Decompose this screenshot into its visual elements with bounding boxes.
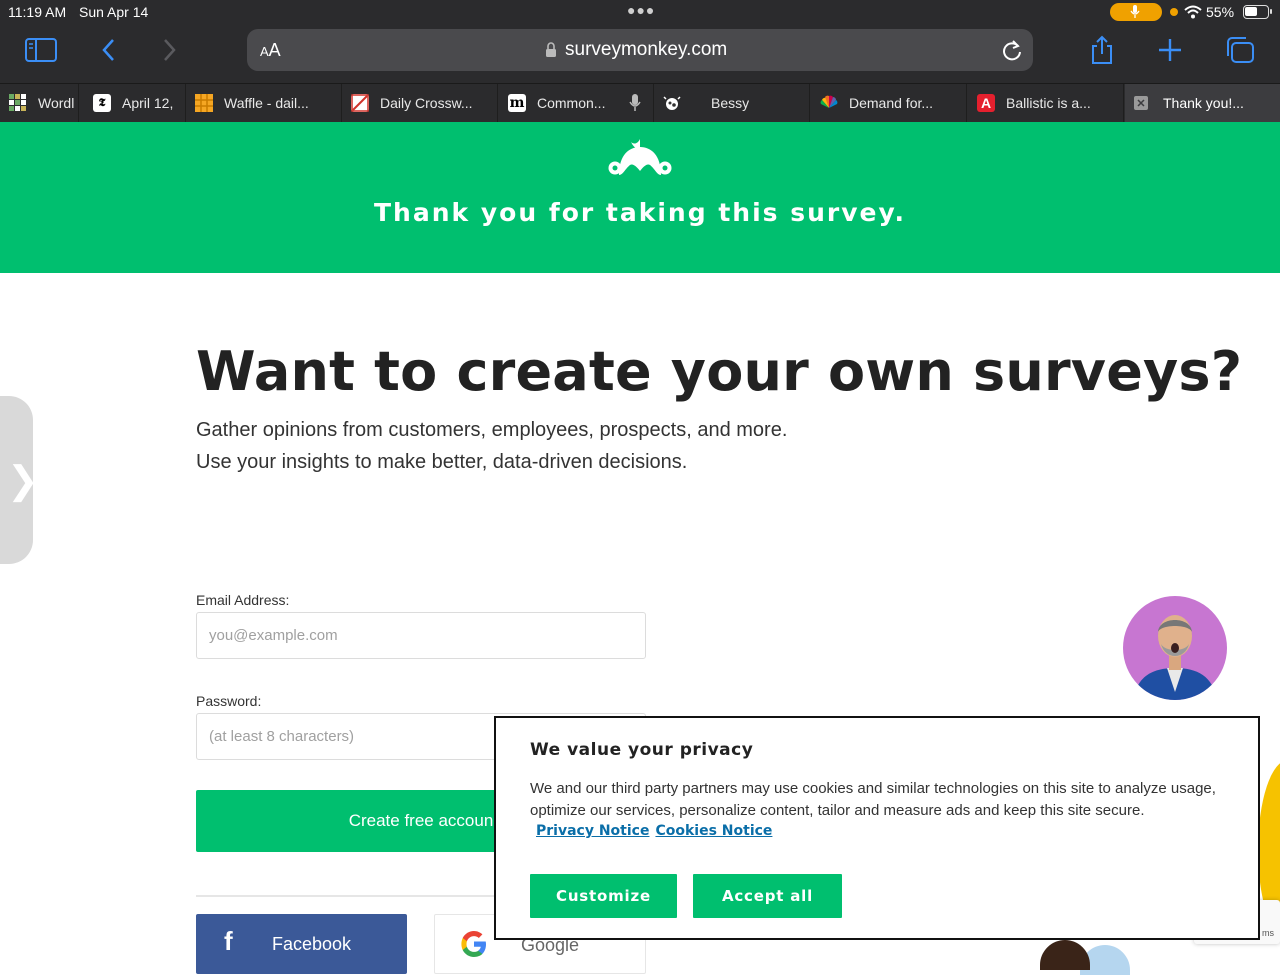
page-headline: Want to create your own surveys?: [196, 340, 1243, 403]
chat-avatar[interactable]: [1123, 596, 1227, 700]
safari-toolbar: AA surveymonkey.com: [0, 24, 1280, 82]
back-icon[interactable]: [90, 34, 126, 66]
address-bar[interactable]: AA surveymonkey.com: [247, 29, 1033, 71]
sidebar-toggle-icon[interactable]: [23, 34, 59, 66]
cookie-text: We and our third party partners may use …: [530, 780, 1216, 819]
microphone-icon: [1130, 5, 1140, 18]
microphone-indicator: [1110, 3, 1162, 21]
text-size-large-label: A: [268, 40, 281, 60]
lock-icon: [546, 42, 556, 57]
atari-logo-icon: A: [977, 94, 995, 112]
status-bar: 11:19 AM Sun Apr 14 ●●● 55%: [0, 0, 1280, 24]
reload-icon[interactable]: [1001, 38, 1023, 62]
tab-label: Bessy: [711, 95, 750, 111]
accept-all-label: Accept all: [721, 887, 814, 905]
tab-thank-you[interactable]: ✕ Thank you!...: [1125, 84, 1280, 123]
accept-all-button[interactable]: Accept all: [693, 874, 842, 918]
create-account-label: Create free accoun: [348, 811, 494, 830]
microphone-icon: [629, 94, 641, 111]
password-label: Password:: [196, 693, 262, 709]
close-tab-icon[interactable]: ✕: [1134, 96, 1148, 110]
facebook-label: Facebook: [272, 934, 352, 954]
google-icon: [461, 931, 486, 957]
nyt-logo-icon: 𝕿: [93, 94, 111, 112]
email-field-box: [196, 612, 646, 659]
cookie-title: We value your privacy: [530, 740, 754, 760]
privacy-notice-link[interactable]: Privacy Notice: [536, 823, 649, 839]
tab-waffle[interactable]: Waffle - dail...: [186, 84, 342, 123]
tab-daily-crossword[interactable]: Daily Crossw...: [342, 84, 498, 123]
customize-label: Customize: [556, 887, 651, 905]
nbc-peacock-icon: [820, 94, 838, 112]
wordle-grid-icon: [9, 94, 27, 112]
crossword-icon: [351, 94, 369, 112]
medium-logo-icon: m: [508, 94, 526, 112]
subheading-line-1: Gather opinions from customers, employee…: [196, 419, 788, 441]
cookies-notice-link[interactable]: Cookies Notice: [655, 823, 772, 839]
slide-over-handle[interactable]: ❯: [0, 396, 39, 564]
wifi-icon: [1184, 5, 1202, 19]
url-text: surveymonkey.com: [565, 39, 728, 60]
new-tab-icon[interactable]: [1152, 34, 1188, 66]
tab-label: Ballistic is a...: [1006, 95, 1091, 111]
tab-label: Demand for...: [849, 95, 934, 111]
email-field[interactable]: [197, 613, 645, 658]
facebook-icon: f: [224, 926, 233, 956]
tab-label: Waffle - dail...: [224, 95, 309, 111]
cow-icon: [663, 94, 681, 112]
cookie-links: Privacy Notice Cookies Notice: [536, 823, 778, 839]
battery-level: [1245, 7, 1257, 16]
customize-button[interactable]: Customize: [530, 874, 677, 918]
person-illustration: [1040, 940, 1090, 970]
recaptcha-text: ms: [1262, 928, 1274, 938]
thank-you-title: Thank you for taking this survey.: [374, 198, 906, 227]
tab-bessy[interactable]: Bessy: [654, 84, 810, 123]
tab-demand[interactable]: Demand for...: [811, 84, 967, 123]
multitasking-dots-icon[interactable]: ●●●: [627, 2, 655, 18]
tab-common[interactable]: m Common...: [499, 84, 654, 123]
tab-ballistic[interactable]: A Ballistic is a...: [968, 84, 1124, 123]
tab-label: Daily Crossw...: [380, 95, 473, 111]
tab-label: April 12,: [122, 95, 174, 111]
battery-percentage: 55%: [1206, 4, 1235, 20]
tab-nyt[interactable]: 𝕿 April 12,: [84, 84, 186, 123]
tab-label: Wordl: [38, 95, 75, 111]
privacy-dot-icon: [1170, 8, 1178, 16]
cookie-consent-dialog: We value your privacy We and our third p…: [494, 716, 1260, 940]
tab-label: Thank you!...: [1163, 95, 1244, 111]
facebook-signup-button[interactable]: f Facebook: [196, 914, 407, 974]
waffle-icon: [195, 94, 213, 112]
surveymonkey-logo-icon: [608, 139, 672, 175]
person-illustration: [1133, 615, 1217, 700]
forward-icon[interactable]: [152, 34, 188, 66]
subheading-line-2: Use your insights to make better, data-d…: [196, 451, 688, 473]
browser-chrome: 11:19 AM Sun Apr 14 ●●● 55% AA surveymon…: [0, 0, 1280, 123]
tab-overview-icon[interactable]: [1222, 34, 1258, 66]
text-size-button[interactable]: AA: [260, 40, 281, 61]
tab-bar: Wordl 𝕿 April 12, Waffle - dail... Daily…: [0, 83, 1280, 123]
tab-wordle[interactable]: Wordl: [0, 84, 79, 123]
status-time: 11:19 AM: [8, 4, 67, 20]
battery-icon: [1243, 5, 1272, 19]
tab-label: Common...: [537, 95, 606, 111]
email-label: Email Address:: [196, 592, 290, 608]
status-date: Sun Apr 14: [79, 4, 149, 20]
chevron-right-icon: ❯: [7, 460, 39, 502]
text-size-small-label: A: [260, 44, 269, 59]
thank-you-banner: Thank you for taking this survey.: [0, 122, 1280, 273]
share-icon[interactable]: [1084, 34, 1120, 66]
